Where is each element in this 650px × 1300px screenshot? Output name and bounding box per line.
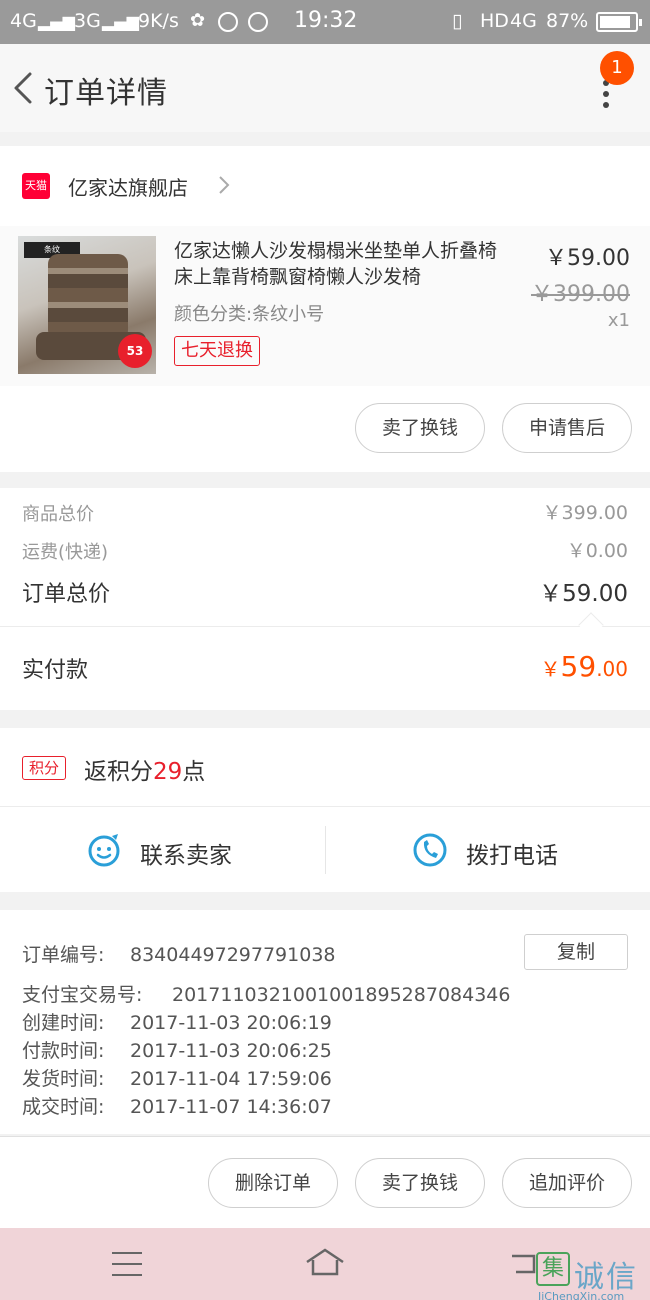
item-spec: 颜色分类:条纹小号 — [174, 304, 325, 325]
order-number-row: 订单编号: 83404497297791038 — [22, 940, 336, 967]
network-4g: 4G — [10, 10, 37, 32]
info-value: 2017-11-04 17:59:06 — [130, 1068, 332, 1090]
completed-time-row: 成交时间: 2017-11-07 14:36:07 — [22, 1092, 332, 1119]
paid-currency: ￥ — [540, 657, 561, 681]
divider — [0, 626, 650, 627]
more-icon[interactable] — [598, 80, 614, 114]
info-key: 支付宝交易号: — [22, 984, 143, 1006]
watermark-logo: 集 — [536, 1252, 570, 1286]
product-thumbnail[interactable]: 条纹 53 — [18, 236, 156, 374]
battery-icon — [596, 12, 642, 32]
info-value: 2017-11-03 20:06:25 — [130, 1040, 332, 1062]
order-item-card: 天猫 亿家达旗舰店 条纹 53 亿家达懒人沙发榻榻米坐垫单人折叠椅床上靠背椅飘窗… — [0, 146, 650, 472]
tmall-logo: 天猫 — [22, 173, 50, 199]
points-number: 29 — [153, 759, 183, 785]
sofa-back-graphic — [48, 254, 128, 340]
contact-seller-label: 联系卖家 — [140, 843, 232, 869]
chat-bubble-icon — [88, 834, 120, 867]
item-quantity: x1 — [607, 310, 630, 331]
page-title: 订单详情 — [44, 76, 168, 111]
delete-order-button[interactable]: 删除订单 — [208, 1158, 338, 1208]
goods-total-value: ￥399.00 — [542, 502, 628, 524]
points-text: 返积分29点 — [84, 752, 205, 786]
points-prefix: 返积分 — [84, 759, 153, 785]
shop-name[interactable]: 亿家达旗舰店 — [68, 172, 188, 201]
header: 订单详情 — [0, 44, 650, 132]
shipping-label: 运费(快递) — [22, 542, 109, 563]
globe-icon — [218, 12, 238, 32]
paid-value: ￥59.00 — [541, 650, 628, 683]
goods-total-label: 商品总价 — [22, 504, 94, 525]
vibrate-icon: ▯ — [452, 10, 463, 32]
info-value: 2017110321001001895287084346 — [172, 984, 511, 1006]
info-key: 发货时间: — [22, 1068, 105, 1090]
network-4g-2: 4G — [510, 10, 537, 32]
watermark-url: JiChengXin.com — [538, 1290, 625, 1300]
info-key: 付款时间: — [22, 1040, 105, 1062]
shipping-value: ￥0.00 — [566, 540, 628, 562]
paid-label: 实付款 — [22, 658, 89, 683]
clock: 19:32 — [294, 8, 358, 33]
info-value: 83404497297791038 — [130, 944, 336, 966]
sell-button-bottom[interactable]: 卖了换钱 — [355, 1158, 485, 1208]
paid-decimal: .00 — [596, 657, 628, 681]
order-total-value: ￥59.00 — [539, 581, 628, 607]
shop-row[interactable]: 天猫 亿家达旗舰店 — [0, 146, 650, 226]
bottom-action-bar: 删除订单 卖了换钱 追加评价 — [0, 1136, 650, 1228]
info-value: 2017-11-03 20:06:19 — [130, 1012, 332, 1034]
return-policy-tag: 七天退换 — [174, 336, 260, 366]
price-sticker: 53 — [118, 334, 152, 368]
network-3g: 3G — [74, 10, 101, 32]
watermark: 集 诚信 JiChengXin.com — [534, 1250, 650, 1300]
item-row[interactable]: 条纹 53 亿家达懒人沙发榻榻米坐垫单人折叠椅床上靠背椅飘窗椅懒人沙发椅 颜色分… — [0, 226, 650, 386]
caret-up-icon — [578, 612, 604, 638]
copy-button[interactable]: 复制 — [524, 934, 628, 970]
contact-seller-button[interactable]: 联系卖家 — [0, 806, 325, 892]
signal-icon: ▂▄▆ — [102, 12, 139, 31]
after-sale-button[interactable]: 申请售后 — [502, 403, 632, 453]
paid-integer: 59 — [560, 650, 597, 683]
qq-icon: ✿ — [190, 10, 206, 31]
shipped-time-row: 发货时间: 2017-11-04 17:59:06 — [22, 1064, 332, 1091]
sell-button[interactable]: 卖了换钱 — [355, 403, 485, 453]
status-bar: 4G ▂▄▆ 3G ▂▄▆ 9K/s ✿ 19:32 ▯ HD 4G 87% — [0, 0, 650, 44]
info-key: 创建时间: — [22, 1012, 105, 1034]
system-nav-bar: 集 诚信 JiChengXin.com — [0, 1228, 650, 1300]
order-info: 订单编号: 83404497297791038 复制 支付宝交易号: 2017110… — [0, 910, 650, 1134]
points-tag: 积分 — [22, 756, 66, 780]
item-title[interactable]: 亿家达懒人沙发榻榻米坐垫单人折叠椅床上靠背椅飘窗椅懒人沙发椅 — [174, 238, 510, 290]
globe-icon — [248, 12, 268, 32]
item-price: ￥59.00 — [545, 246, 630, 271]
points-suffix: 点 — [182, 759, 206, 785]
info-value: 2017-11-07 14:36:07 — [130, 1096, 332, 1118]
item-original-price: ￥399.00 — [531, 282, 630, 307]
add-review-button[interactable]: 追加评价 — [502, 1158, 632, 1208]
hd-label: HD — [480, 10, 509, 32]
phone-icon — [413, 833, 447, 867]
back-arrow-icon[interactable] — [10, 70, 40, 106]
signal-icon: ▂▄▆ — [38, 12, 75, 31]
net-speed: 9K/s — [138, 10, 179, 32]
menu-icon[interactable] — [112, 1252, 142, 1276]
points-contact-card: 积分 返积分29点 联系卖家 拨打电话 — [0, 728, 650, 892]
battery-percent: 87% — [546, 10, 589, 32]
alipay-number-row: 支付宝交易号: 2017110321001001895287084346 — [22, 980, 510, 1007]
call-phone-button[interactable]: 拨打电话 — [326, 806, 650, 892]
order-total-label: 订单总价 — [22, 582, 111, 607]
home-icon[interactable] — [304, 1246, 346, 1278]
price-summary: 商品总价 ￥399.00 运费(快递) ￥0.00 订单总价 ￥59.00 实付… — [0, 488, 650, 710]
chevron-right-icon — [219, 176, 230, 194]
call-phone-label: 拨打电话 — [466, 843, 558, 869]
notification-badge: 1 — [600, 51, 634, 85]
info-key: 订单编号: — [22, 944, 105, 966]
created-time-row: 创建时间: 2017-11-03 20:06:19 — [22, 1008, 332, 1035]
paid-time-row: 付款时间: 2017-11-03 20:06:25 — [22, 1036, 332, 1063]
info-key: 成交时间: — [22, 1096, 105, 1118]
